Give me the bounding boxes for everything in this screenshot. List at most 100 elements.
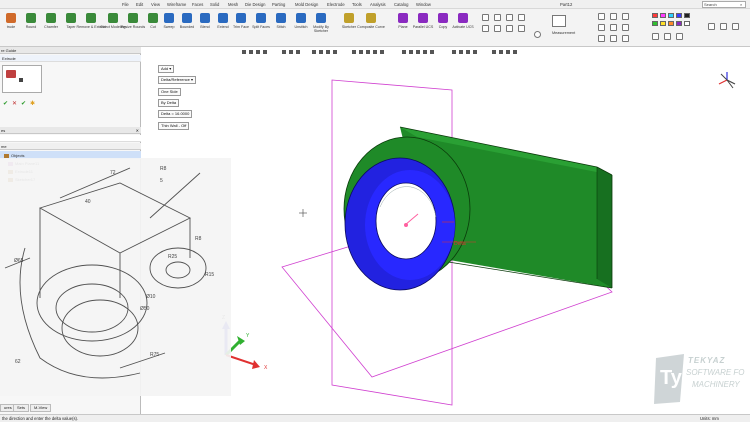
tree-search-input[interactable] bbox=[0, 135, 141, 142]
measurement-icon[interactable] bbox=[552, 15, 566, 27]
color-magenta-icon[interactable] bbox=[660, 13, 666, 18]
panel-tab[interactable]: Sets bbox=[13, 404, 30, 412]
select-icon[interactable] bbox=[482, 14, 489, 21]
feature-row[interactable]: Extrude bbox=[0, 55, 141, 62]
ribbon-tool-icon bbox=[6, 13, 16, 23]
measurement-label[interactable]: Measurement bbox=[552, 31, 575, 35]
color-blue-icon[interactable] bbox=[676, 13, 682, 18]
dim-label: 72 bbox=[110, 170, 116, 176]
drawing-boss-front bbox=[61, 299, 139, 357]
menu-analysis[interactable]: Analysis bbox=[370, 2, 386, 7]
menu-faces[interactable]: Faces bbox=[192, 2, 203, 7]
menu-view[interactable]: View bbox=[151, 2, 160, 7]
ribbon-tool-icon bbox=[182, 13, 192, 23]
menu-catalog[interactable]: Catalog bbox=[394, 2, 408, 7]
help-icon[interactable] bbox=[720, 23, 727, 30]
view-cube-triad bbox=[718, 72, 736, 89]
cancel-x-icon[interactable]: ✕ bbox=[12, 101, 18, 107]
ribbon-button-composite-curve[interactable]: Composite Curve bbox=[357, 11, 385, 43]
tree-column-label: me bbox=[1, 144, 7, 149]
view-front-icon[interactable] bbox=[598, 13, 605, 20]
color-black-icon[interactable] bbox=[684, 13, 690, 18]
wizard-icon[interactable]: ✱ bbox=[30, 101, 36, 107]
shade-icon[interactable] bbox=[598, 35, 605, 42]
view-icon[interactable] bbox=[518, 25, 525, 32]
settings-icon[interactable] bbox=[732, 23, 739, 30]
units-indicator: Units: mm bbox=[700, 416, 719, 421]
search-icon[interactable]: ⌕ bbox=[740, 2, 742, 7]
pan-icon[interactable] bbox=[482, 25, 489, 32]
watermark-logo-icon: Ty bbox=[654, 354, 684, 404]
ok-check-icon[interactable]: ✔ bbox=[3, 101, 9, 107]
dim-label: R8 bbox=[160, 166, 167, 172]
menu-mold-design[interactable]: Mold Design bbox=[295, 2, 318, 7]
ribbon-tool-icon bbox=[458, 13, 468, 23]
view-back-icon[interactable] bbox=[610, 24, 617, 31]
menu-tools[interactable]: Tools bbox=[352, 2, 362, 7]
menu-mesh[interactable]: Mesh bbox=[228, 2, 238, 7]
wire-icon[interactable] bbox=[610, 35, 617, 42]
rotate-icon[interactable] bbox=[494, 25, 501, 32]
tree-header: es ✕ bbox=[0, 127, 141, 134]
zoom-icon[interactable] bbox=[518, 14, 525, 21]
menu-electrode[interactable]: Electrode bbox=[327, 2, 345, 7]
watermark-brand: TEKYAZ bbox=[688, 356, 726, 365]
watermark-tagline-1: SOFTWARE FO bbox=[686, 368, 745, 377]
drawing-boss-inner bbox=[55, 283, 129, 333]
ribbon-tool-icon bbox=[438, 13, 448, 23]
ribbon-tool-icon bbox=[86, 13, 96, 23]
layer-icon[interactable] bbox=[652, 33, 659, 40]
color-cyan-icon[interactable] bbox=[668, 13, 674, 18]
view-bottom-icon[interactable] bbox=[622, 24, 629, 31]
menu-parting[interactable]: Parting bbox=[272, 2, 285, 7]
apply-check-icon[interactable]: ✔ bbox=[21, 101, 27, 107]
menu-bar: File Edit View Wireframe Faces Solid Mes… bbox=[0, 0, 750, 9]
menu-wireframe[interactable]: Wireframe bbox=[167, 2, 186, 7]
y-axis-label: Y bbox=[246, 333, 250, 339]
options-icon[interactable] bbox=[708, 23, 715, 30]
ribbon-tool-icon bbox=[236, 13, 246, 23]
color-yellow-icon[interactable] bbox=[660, 21, 666, 26]
drawing-vertical-edges bbox=[39, 208, 191, 298]
color-orange-icon[interactable] bbox=[668, 21, 674, 26]
color-red-icon[interactable] bbox=[652, 13, 658, 18]
svg-text:Ty: Ty bbox=[660, 367, 683, 389]
menu-die-design[interactable]: Die Design bbox=[245, 2, 265, 7]
drawing-dim-line bbox=[149, 172, 201, 219]
menu-window[interactable]: Window bbox=[416, 2, 431, 7]
ribbon-tool-icon bbox=[26, 13, 36, 23]
box-select-icon[interactable] bbox=[494, 14, 501, 21]
color-green-icon[interactable] bbox=[652, 21, 658, 26]
dim-label: 62 bbox=[15, 359, 21, 365]
close-icon[interactable]: ✕ bbox=[136, 127, 139, 134]
ribbon-button-label: Activate UCS bbox=[452, 25, 474, 29]
hidden-icon[interactable] bbox=[622, 35, 629, 42]
ribbon-button-modify-by-sketcher[interactable]: Modify By Sketcher bbox=[310, 11, 332, 43]
color-purple-icon[interactable] bbox=[676, 21, 682, 26]
menu-file[interactable]: File bbox=[122, 2, 129, 7]
ribbon-tool-icon bbox=[276, 13, 286, 23]
view-side-icon[interactable] bbox=[622, 13, 629, 20]
filter-icon[interactable] bbox=[506, 14, 513, 21]
feature-guide-title: re Guide bbox=[1, 48, 17, 53]
search-input[interactable]: Search ⌕ bbox=[702, 1, 746, 8]
window-title: Part12 bbox=[560, 2, 573, 7]
ribbon-tool-icon bbox=[218, 13, 228, 23]
ribbon-button-activate-ucs[interactable]: Activate UCS bbox=[452, 11, 474, 43]
refresh-icon[interactable] bbox=[534, 31, 541, 38]
ribbon-button-label: Modify By Sketcher bbox=[313, 25, 329, 34]
menu-solid[interactable]: Solid bbox=[210, 2, 219, 7]
drawing-top-boss bbox=[149, 247, 207, 289]
fit-icon[interactable] bbox=[506, 25, 513, 32]
panel-tab[interactable]: M-View bbox=[30, 404, 52, 412]
menu-edit[interactable]: Edit bbox=[136, 2, 143, 7]
extrude-feature-icon bbox=[6, 70, 16, 78]
ribbon-tool-icon bbox=[256, 13, 266, 23]
view-iso-icon[interactable] bbox=[598, 24, 605, 31]
delta-annotation: Delta bbox=[454, 241, 466, 247]
drawing-top-face bbox=[38, 182, 192, 254]
layer-manager-icon[interactable] bbox=[664, 33, 671, 40]
color-white-icon[interactable] bbox=[684, 21, 690, 26]
display-icon[interactable] bbox=[676, 33, 683, 40]
view-top-icon[interactable] bbox=[610, 13, 617, 20]
